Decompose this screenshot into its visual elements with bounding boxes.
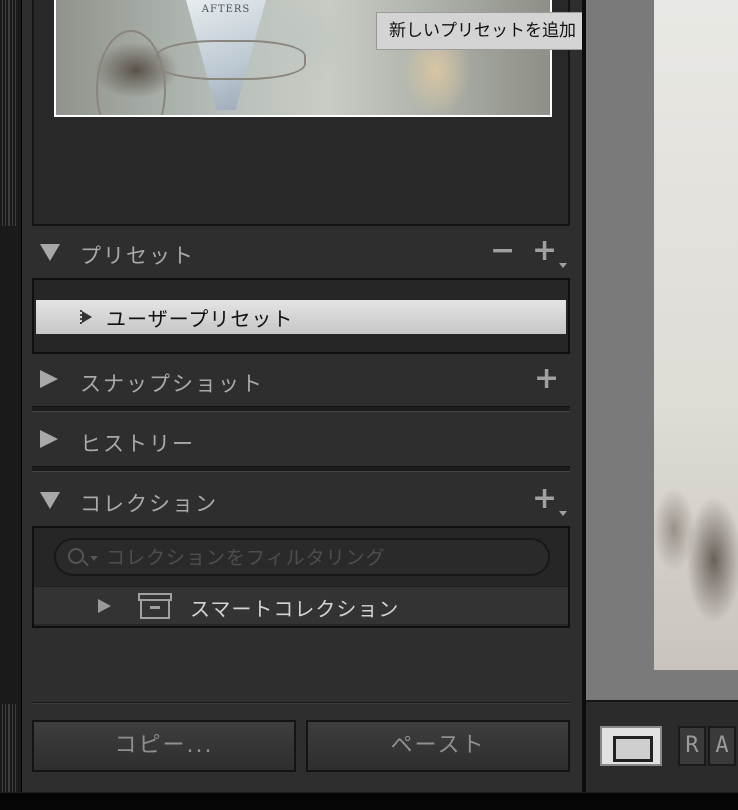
disclosure-collapsed-icon[interactable]: [40, 370, 58, 388]
develop-left-panel: AFTERS プリセット − + ユーザープリセット スナップショット + ヒス…: [22, 0, 582, 792]
rail-grip-top[interactable]: [2, 0, 17, 226]
collection-filter-box[interactable]: [54, 538, 550, 576]
add-preset-plus-icon: +: [532, 233, 558, 268]
presets-title: プリセット: [80, 244, 195, 268]
disclosure-collapsed-icon[interactable]: [98, 599, 111, 613]
smart-collection-row[interactable]: スマートコレクション: [34, 586, 568, 624]
disclosure-expanded-icon[interactable]: [40, 492, 60, 509]
chevron-down-icon: [559, 263, 568, 268]
disclosure-collapsed-icon[interactable]: [40, 430, 58, 448]
history-collapsed-bar: [32, 466, 570, 472]
collections-list: スマートコレクション: [32, 526, 570, 628]
panel-bottom-divider: [32, 702, 570, 704]
smart-collection-label: スマートコレクション: [190, 597, 400, 621]
main-photo-preview[interactable]: [654, 0, 738, 670]
collections-header[interactable]: コレクション +: [22, 476, 582, 526]
filmstrip-edge: [0, 792, 738, 810]
before-after-r-button[interactable]: R: [678, 726, 706, 766]
add-snapshot-button[interactable]: +: [534, 364, 559, 394]
before-after-a-button[interactable]: A: [708, 726, 736, 766]
left-panel-rail[interactable]: [0, 0, 22, 792]
snapshots-title: スナップショット: [80, 372, 264, 396]
search-icon[interactable]: [68, 548, 84, 564]
rail-grip-bottom[interactable]: [2, 704, 17, 792]
copy-settings-button[interactable]: コピー...: [32, 720, 296, 772]
history-title: ヒストリー: [80, 432, 195, 456]
wire-stand-graphic: [96, 30, 166, 115]
collections-title: コレクション: [80, 492, 218, 516]
preset-folder-label: ユーザープリセット: [106, 307, 294, 331]
snapshots-collapsed-bar: [32, 406, 570, 412]
remove-preset-button[interactable]: −: [490, 236, 515, 266]
wire-stand-graphic-2: [156, 40, 306, 80]
presets-header[interactable]: プリセット − +: [22, 228, 582, 278]
paste-settings-button[interactable]: ペースト: [306, 720, 570, 772]
add-collection-button[interactable]: +: [532, 481, 568, 516]
snapshots-header[interactable]: スナップショット +: [22, 356, 582, 406]
add-preset-button[interactable]: +: [532, 233, 568, 268]
chevron-down-icon[interactable]: [90, 556, 98, 561]
add-collection-plus-icon: +: [532, 481, 558, 516]
presets-list: ユーザープリセット: [32, 278, 570, 354]
image-label-text: AFTERS: [201, 4, 251, 15]
disclosure-collapsed-icon[interactable]: [82, 311, 92, 323]
chevron-down-icon: [559, 511, 568, 516]
collection-filter-input[interactable]: [106, 544, 526, 572]
collection-set-box-icon: [138, 593, 172, 619]
loupe-view-icon[interactable]: [600, 726, 662, 766]
image-toolbar: R A: [586, 700, 738, 792]
history-header[interactable]: ヒストリー: [22, 416, 582, 466]
preset-folder-user-presets[interactable]: ユーザープリセット: [36, 300, 566, 334]
disclosure-expanded-icon[interactable]: [40, 244, 60, 261]
